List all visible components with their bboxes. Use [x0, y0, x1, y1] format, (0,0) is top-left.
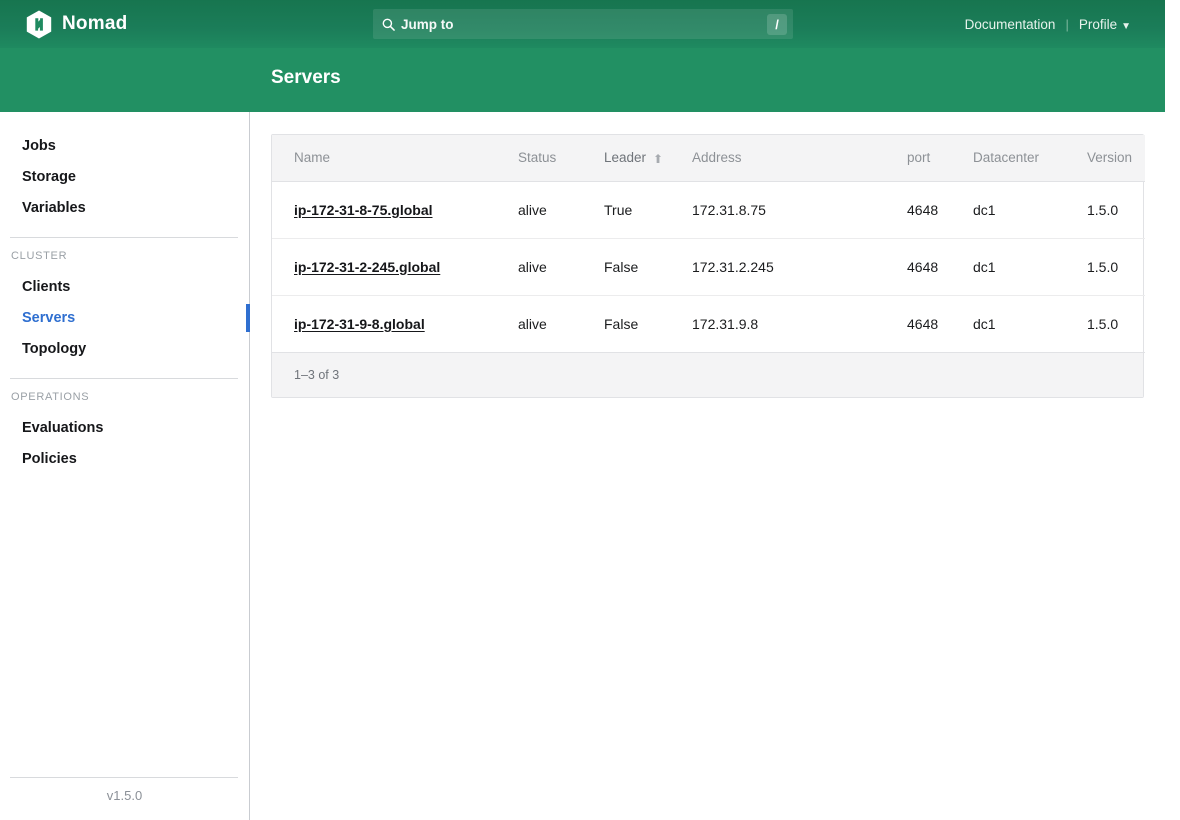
top-navigation-bar: Nomad Jump to / Documentation | Profile ▼ [0, 0, 1165, 48]
search-shortcut-key: / [767, 13, 787, 35]
cell-version: 1.5.0 [1065, 295, 1145, 353]
chevron-down-icon: ▼ [1121, 20, 1131, 32]
server-detail-link[interactable]: ip-172-31-8-75.global [294, 202, 433, 218]
sidebar-item-label: Evaluations [22, 419, 104, 436]
table-header-row: Name Status Leader ⬆ Address port Datace… [272, 135, 1145, 182]
cell-datacenter: dc1 [951, 295, 1065, 353]
cell-name: ip-172-31-8-75.global [272, 181, 496, 239]
sidebar-item-label: Jobs [22, 137, 56, 154]
sidebar-item-label: Topology [22, 340, 87, 357]
sidebar-item-label: Policies [22, 450, 77, 467]
cell-name: ip-172-31-2-245.global [272, 238, 496, 296]
cell-address: 172.31.2.245 [670, 238, 885, 296]
table-row: ip-172-31-9-8.global alive False 172.31.… [272, 295, 1145, 353]
cell-datacenter: dc1 [951, 238, 1065, 296]
cell-port: 4648 [885, 181, 951, 239]
sidebar-item-clients[interactable]: Clients [0, 271, 249, 302]
column-header-port[interactable]: port [885, 135, 951, 182]
sidebar-item-label: Servers [22, 309, 76, 326]
page-title: Servers [271, 67, 341, 88]
cell-address: 172.31.9.8 [670, 295, 885, 353]
server-detail-link[interactable]: ip-172-31-2-245.global [294, 259, 440, 275]
search-icon [373, 18, 401, 31]
sidebar-divider [10, 378, 238, 379]
table-row: ip-172-31-8-75.global alive True 172.31.… [272, 181, 1145, 239]
sidebar-navigation: Jobs Storage Variables CLUSTER Clients S… [0, 112, 250, 820]
column-header-label: Address [692, 150, 742, 166]
cell-status: alive [496, 295, 582, 353]
column-header-address[interactable]: Address [670, 135, 885, 182]
sidebar-divider [10, 237, 238, 238]
sidebar-primary-group: Jobs Storage Variables [0, 130, 249, 223]
cell-status: alive [496, 181, 582, 239]
sidebar-item-jobs[interactable]: Jobs [0, 130, 249, 161]
column-header-label: port [907, 150, 931, 166]
documentation-link[interactable]: Documentation [955, 17, 1066, 32]
server-detail-link[interactable]: ip-172-31-9-8.global [294, 316, 425, 332]
column-header-name[interactable]: Name [272, 135, 496, 182]
sidebar-section-title-operations: OPERATIONS [11, 391, 90, 403]
cell-version: 1.5.0 [1065, 181, 1145, 239]
page-subheader: Servers [0, 48, 1165, 112]
sidebar-item-servers[interactable]: Servers [0, 302, 250, 333]
table-row: ip-172-31-2-245.global alive False 172.3… [272, 238, 1145, 296]
sidebar-footer: v1.5.0 [0, 777, 249, 820]
servers-table-body: ip-172-31-8-75.global alive True 172.31.… [272, 181, 1145, 353]
sidebar-item-policies[interactable]: Policies [0, 443, 249, 474]
nomad-hexagon-logo-icon [26, 10, 52, 39]
profile-label: Profile [1078, 16, 1118, 32]
column-header-label: Version [1087, 150, 1133, 166]
main-content: Name Status Leader ⬆ Address port Datace… [250, 112, 1165, 820]
sidebar-item-label: Storage [22, 168, 76, 185]
pagination-summary: 1–3 of 3 [272, 352, 1143, 397]
column-header-label: Leader [604, 149, 647, 165]
profile-menu-button[interactable]: Profile ▼ [1069, 17, 1141, 32]
cell-name: ip-172-31-9-8.global [272, 295, 496, 353]
cell-datacenter: dc1 [951, 181, 1065, 239]
sidebar-item-label: Variables [22, 199, 86, 216]
cell-leader: True [582, 181, 670, 239]
cell-leader: False [582, 295, 670, 353]
sort-ascending-icon: ⬆ [653, 151, 664, 166]
cell-version: 1.5.0 [1065, 238, 1145, 296]
brand-home-link[interactable]: Nomad [26, 10, 127, 39]
column-header-version[interactable]: Version [1065, 135, 1145, 182]
sidebar-item-evaluations[interactable]: Evaluations [0, 412, 249, 443]
column-header-leader[interactable]: Leader ⬆ [582, 135, 670, 182]
top-navigation-links: Documentation | Profile ▼ [955, 0, 1141, 48]
column-header-label: Datacenter [973, 150, 1040, 166]
column-header-label: Status [518, 150, 557, 166]
servers-table: Name Status Leader ⬆ Address port Datace… [272, 135, 1145, 353]
nomad-app: Nomad Jump to / Documentation | Profile ▼… [0, 0, 1180, 820]
sidebar-section-title-cluster: CLUSTER [11, 250, 68, 262]
cell-address: 172.31.8.75 [670, 181, 885, 239]
column-header-label: Name [294, 150, 331, 166]
app-version-label: v1.5.0 [106, 788, 143, 803]
cell-leader: False [582, 238, 670, 296]
cell-status: alive [496, 238, 582, 296]
column-header-status[interactable]: Status [496, 135, 582, 182]
cell-port: 4648 [885, 295, 951, 353]
cell-port: 4648 [885, 238, 951, 296]
search-placeholder-text: Jump to [401, 16, 454, 32]
jump-to-search-box[interactable]: Jump to / [373, 9, 793, 39]
servers-table-card: Name Status Leader ⬆ Address port Datace… [271, 134, 1145, 398]
servers-table-head: Name Status Leader ⬆ Address port Datace… [272, 135, 1145, 182]
sidebar-item-variables[interactable]: Variables [0, 192, 249, 223]
sidebar-item-storage[interactable]: Storage [0, 161, 249, 192]
sidebar-item-label: Clients [22, 278, 71, 295]
sidebar-item-topology[interactable]: Topology [0, 333, 249, 364]
column-header-datacenter[interactable]: Datacenter [951, 135, 1065, 182]
brand-name: Nomad [62, 13, 128, 34]
